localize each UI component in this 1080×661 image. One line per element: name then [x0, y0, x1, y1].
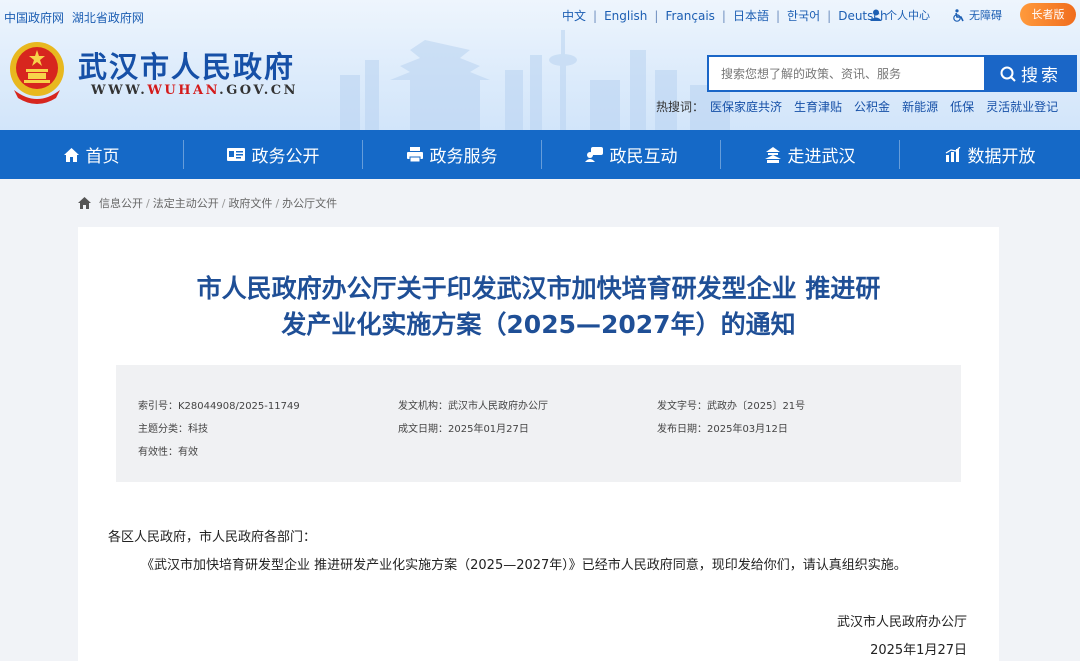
nav-item-gov-services[interactable]: 政务服务: [363, 130, 541, 179]
hot-term[interactable]: 生育津贴: [794, 98, 842, 115]
nav-item-home[interactable]: 首页: [0, 130, 183, 179]
pavilion-icon: [764, 146, 781, 163]
hot-term[interactable]: 新能源: [902, 98, 938, 115]
national-emblem-icon: [10, 42, 64, 104]
meta-doc-number: 发文字号：武政办〔2025〕21号: [657, 401, 806, 412]
meta-issuer: 发文机构：武汉市人民政府办公厅: [398, 401, 548, 412]
chat-user-icon: [584, 147, 603, 162]
site-name: 武汉市人民政府: [78, 50, 296, 84]
hot-term[interactable]: 医保家庭共济: [710, 98, 782, 115]
nav-item-interaction[interactable]: 政民互动: [542, 130, 720, 179]
language-switcher: 中文 | English | Français | 日本語 | 한국어 | Deutsch: [562, 7, 888, 24]
wheelchair-icon: [953, 8, 964, 22]
id-card-icon: [226, 148, 245, 161]
search-input[interactable]: [707, 55, 984, 92]
nav-item-gov-affairs[interactable]: 政务公开: [184, 130, 362, 179]
lang-zh[interactable]: 中文: [562, 7, 586, 24]
home-icon: [63, 147, 79, 162]
nav-label: 政民互动: [609, 147, 678, 167]
search-icon: [1000, 66, 1016, 82]
meta-written-date: 成文日期：2025年01月27日: [398, 424, 529, 435]
user-center-link[interactable]: 个人中心: [870, 7, 930, 23]
search-button[interactable]: 搜索: [984, 55, 1077, 92]
lang-ja[interactable]: 日本語: [733, 7, 769, 24]
home-icon[interactable]: [78, 197, 91, 209]
meta-validity: 有效性：有效: [138, 447, 198, 458]
breadcrumb: 信息公开 / 法定主动公开 / 政府文件 / 办公厅文件: [78, 195, 337, 211]
meta-index: 索引号：K28044908/2025-11749: [138, 401, 300, 412]
meta-topic: 主题分类：科技: [138, 424, 208, 435]
hot-term[interactable]: 公积金: [854, 98, 890, 115]
search-button-label: 搜索: [1021, 66, 1061, 86]
article-title: 市人民政府办公厅关于印发武汉市加快培育研发型企业 推进研 发产业化实施方案（20…: [196, 274, 881, 339]
breadcrumb-item[interactable]: 信息公开: [99, 195, 143, 211]
lang-en[interactable]: English: [604, 9, 647, 23]
lang-fr[interactable]: Français: [665, 9, 714, 23]
nav-label: 走进武汉: [787, 147, 856, 167]
document-metadata: 索引号：K28044908/2025-11749 发文机构：武汉市人民政府办公厅…: [116, 365, 961, 482]
hot-term[interactable]: 灵活就业登记: [986, 98, 1058, 115]
breadcrumb-item[interactable]: 法定主动公开: [153, 195, 219, 211]
accessibility-link[interactable]: 无障碍: [952, 7, 1002, 23]
main-nav: 首页 政务公开 政务服务 政民互动 走进武汉 数据开放: [0, 130, 1080, 179]
search-bar: 搜索: [707, 55, 1077, 92]
breadcrumb-item[interactable]: 办公厅文件: [282, 195, 337, 211]
hot-term[interactable]: 低保: [950, 98, 974, 115]
article-card: 市人民政府办公厅关于印发武汉市加快培育研发型企业 推进研 发产业化实施方案（20…: [78, 227, 999, 661]
nav-label: 数据开放: [967, 147, 1036, 167]
nav-item-about-wuhan[interactable]: 走进武汉: [721, 130, 899, 179]
printer-icon: [406, 147, 423, 162]
bar-chart-icon: [945, 147, 960, 162]
nav-item-open-data[interactable]: 数据开放: [900, 130, 1080, 179]
article-salutation: 各区人民政府，市人民政府各部门：: [108, 530, 317, 545]
link-hubei-gov[interactable]: 湖北省政府网: [72, 11, 144, 25]
lang-ko[interactable]: 한국어: [787, 7, 820, 24]
meta-publish-date: 发布日期：2025年03月12日: [657, 424, 788, 435]
breadcrumb-item[interactable]: 政府文件: [228, 195, 272, 211]
article-date: 2025年1月27日: [870, 643, 967, 658]
site-header: 中国政府网 湖北省政府网 中文 | English | Français | 日本語 |…: [0, 0, 1080, 130]
nav-label: 政务公开: [251, 147, 320, 167]
link-china-gov[interactable]: 中国政府网: [4, 11, 64, 25]
top-links: 中国政府网 湖北省政府网: [4, 9, 148, 26]
accessibility-label: 无障碍: [969, 9, 1002, 22]
article-signature: 武汉市人民政府办公厅: [836, 615, 967, 630]
article-paragraph: 《武汉市加快培育研发型企业 推进研发产业化实施方案（2025—2027年）》已经…: [141, 558, 907, 573]
user-center-label: 个人中心: [886, 9, 930, 22]
nav-label: 首页: [85, 147, 120, 167]
hot-search: 热搜词： 医保家庭共济 生育津贴 公积金 新能源 低保 灵活就业登记: [656, 98, 1070, 115]
elder-version-button[interactable]: 长者版: [1020, 3, 1076, 26]
hot-search-label: 热搜词：: [656, 100, 705, 114]
user-icon: [870, 9, 882, 21]
site-url: WWW.WUHAN.GOV.CN: [91, 83, 298, 98]
nav-label: 政务服务: [429, 147, 498, 167]
